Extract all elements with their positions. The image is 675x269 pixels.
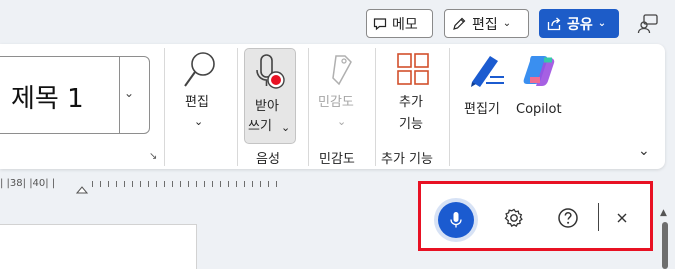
editing-mode-label: 편집 — [472, 16, 498, 33]
comments-label: 메모 — [392, 16, 418, 33]
collapse-ribbon-icon[interactable]: ⌄ — [638, 143, 650, 159]
help-button[interactable] — [557, 207, 579, 229]
share-button[interactable]: 공유 ⌄ — [539, 9, 619, 38]
search-icon — [184, 52, 215, 87]
editing-mode-button[interactable]: 편집 ⌄ — [444, 9, 529, 38]
close-icon — [617, 213, 627, 223]
dictate-label-line2: 쓰기 — [248, 119, 272, 134]
editor-label: 편집기 — [464, 102, 500, 117]
divider — [375, 48, 376, 166]
add-ins-label-line2: 기능 — [399, 117, 423, 132]
divider — [598, 203, 599, 231]
styles-more-icon[interactable]: ⌄ — [124, 86, 134, 100]
copilot-logo-icon — [523, 56, 555, 86]
divider — [308, 48, 309, 166]
horizontal-ruler — [92, 181, 284, 187]
gear-icon — [504, 208, 523, 228]
style-heading-1[interactable]: 제목 1 — [11, 78, 84, 115]
settings-button[interactable] — [503, 207, 525, 229]
pencil-icon — [453, 17, 466, 30]
share-icon — [547, 17, 561, 30]
copilot-label: Copilot — [516, 102, 562, 117]
ruler-indent-marker-icon[interactable] — [76, 186, 88, 194]
editor-button[interactable]: 편집기 — [460, 50, 516, 120]
styles-dialog-launcher-icon[interactable]: ↘ — [149, 151, 157, 162]
presence-button[interactable] — [636, 12, 660, 36]
divider — [164, 48, 165, 166]
microphone-button[interactable] — [434, 198, 478, 242]
scroll-up-arrow-icon[interactable]: ▲ — [660, 208, 667, 218]
styles-gallery[interactable]: 제목 1 ⌄ — [0, 56, 150, 134]
question-circle-icon — [558, 208, 578, 228]
person-feedback-icon — [637, 14, 658, 34]
document-page[interactable] — [0, 224, 197, 269]
divider — [449, 48, 450, 166]
microphone-button-inner[interactable] — [438, 202, 474, 238]
microphone-record-icon — [256, 54, 285, 89]
microphone-icon — [450, 212, 462, 228]
editing-label: 편집 — [185, 95, 209, 110]
ruler-numbers: | |38| |40| | — [0, 178, 56, 189]
comment-icon — [373, 17, 387, 30]
dictate-label-line1: 받아 — [255, 99, 279, 114]
chevron-down-icon: ⌄ — [597, 18, 607, 29]
vertical-scrollbar-thumb[interactable] — [662, 222, 668, 269]
chevron-down-icon: ⌄ — [502, 18, 512, 29]
close-button[interactable] — [611, 207, 633, 229]
group-label-sensitivity: 민감도 — [319, 152, 355, 167]
editing-button[interactable]: 편집 ⌄ — [176, 50, 224, 140]
group-label-add-ins: 추가 기능 — [381, 152, 433, 167]
editor-pen-icon — [471, 56, 504, 87]
sensitivity-label: 민감도 — [318, 95, 354, 110]
add-ins-button[interactable]: 추가 기능 — [384, 50, 440, 140]
ribbon: 제목 1 ⌄ ↘ 편집 ⌄ 받아 쓰기 ⌄ 음성 민감도 ⌄ 민감도 추가 기능… — [0, 44, 665, 169]
sensitivity-button[interactable]: 민감도 ⌄ — [315, 50, 369, 140]
dictation-toolbar — [418, 181, 653, 251]
add-ins-grid-icon — [397, 53, 429, 85]
dictate-button[interactable]: 받아 쓰기 ⌄ — [244, 48, 296, 144]
add-ins-label-line1: 추가 — [399, 95, 423, 110]
divider — [119, 57, 120, 133]
chevron-down-icon: ⌄ — [337, 115, 347, 128]
share-label: 공유 — [567, 16, 593, 33]
group-label-voice: 음성 — [256, 152, 280, 167]
divider — [237, 48, 238, 166]
comments-button[interactable]: 메모 — [366, 9, 433, 38]
sensitivity-tag-icon — [332, 55, 352, 86]
chevron-down-icon: ⌄ — [194, 115, 204, 128]
chevron-down-icon: ⌄ — [281, 121, 291, 134]
copilot-button[interactable]: Copilot — [516, 50, 570, 120]
